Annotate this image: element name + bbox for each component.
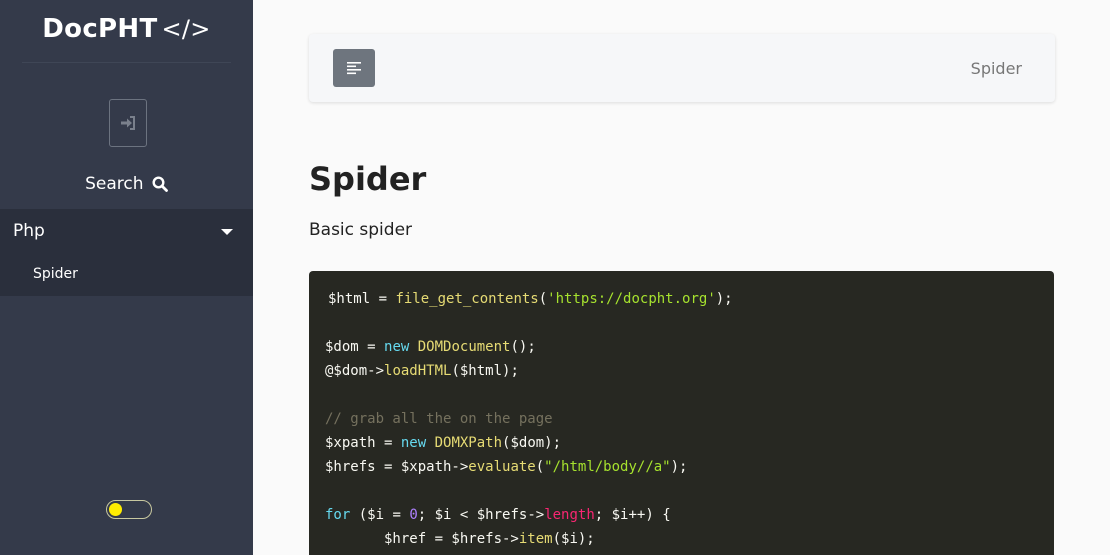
code-line: $dom = new DOMDocument(); [325,338,536,356]
code-token: item [518,531,553,547]
code-token: ); [715,291,733,307]
code-token: $dom = [325,339,385,355]
code-token: ; $i < $hrefs-> [417,507,545,523]
code-line: $href = $hrefs->item($i); [325,530,595,548]
code-token: new [400,435,427,451]
topbar: Spider [309,34,1055,102]
code-token: $href = $hrefs-> [325,531,519,547]
align-left-icon [347,62,361,75]
code-block[interactable]: $html = file_get_contents('https://docph… [309,271,1054,555]
topic-heading[interactable]: Php [13,221,45,241]
sidebar-item-spider[interactable]: Spider [33,266,78,282]
code-token: ($html); [451,363,519,379]
code-token: ($i = [350,507,410,523]
search-label: Search [85,174,144,194]
code-line: for ($i = 0; $i < $hrefs->length; $i++) … [325,506,671,524]
code-icon: </> [161,15,211,43]
code-token: new [384,339,410,355]
topic-menu: Php [0,209,253,296]
code-token: ( [535,459,545,475]
brand-logo[interactable]: DocPHT </> [0,14,253,44]
code-token: ); [670,459,688,475]
code-token: $hrefs = $xpath-> [325,459,469,475]
breadcrumb[interactable]: Spider [971,59,1022,78]
code-token: length [544,507,595,523]
chevron-down-icon[interactable] [221,229,233,235]
code-token: ; $i++) { [594,507,671,523]
code-token: ($dom); [502,435,562,451]
code-token: ($i); [552,531,595,547]
code-token: (); [510,339,536,355]
search-icon [152,176,168,192]
code-token: 0 [409,507,418,523]
code-token: loadHTML [384,363,452,379]
search-link[interactable]: Search [0,174,253,194]
code-line: @$dom->loadHTML($html); [325,362,519,380]
code-token: @$dom-> [325,363,385,379]
code-token: ( [538,291,548,307]
code-token: DOMXPath [434,435,503,451]
code-line: $xpath = new DOMXPath($dom); [325,434,561,452]
brand-divider [22,62,231,63]
sidebar: DocPHT </> Search Php Spider [0,0,253,555]
sign-in-icon [121,116,135,130]
page-title: Spider [309,160,427,198]
code-token: file_get_contents [395,291,539,307]
code-line: $hrefs = $xpath->evaluate("/html/body//a… [325,458,687,476]
code-line: $html = file_get_contents('https://docph… [328,290,733,308]
code-token: evaluate [468,459,536,475]
code-line: // grab all the on the page [325,410,553,428]
code-token: DOMDocument [417,339,511,355]
code-token: // grab all the on the page [325,411,553,427]
code-token: for [325,507,351,523]
brand-name: DocPHT [42,14,158,44]
toggle-knob [109,503,122,516]
code-token: 'https://docpht.org' [547,291,716,307]
code-token: "/html/body//a" [544,459,671,475]
theme-toggle[interactable] [106,500,152,519]
sidebar-toggle-button[interactable] [333,49,375,87]
login-button[interactable] [109,99,147,147]
code-token: $xpath = [325,435,401,451]
page-description: Basic spider [309,220,413,240]
code-token: $html = [328,291,396,307]
